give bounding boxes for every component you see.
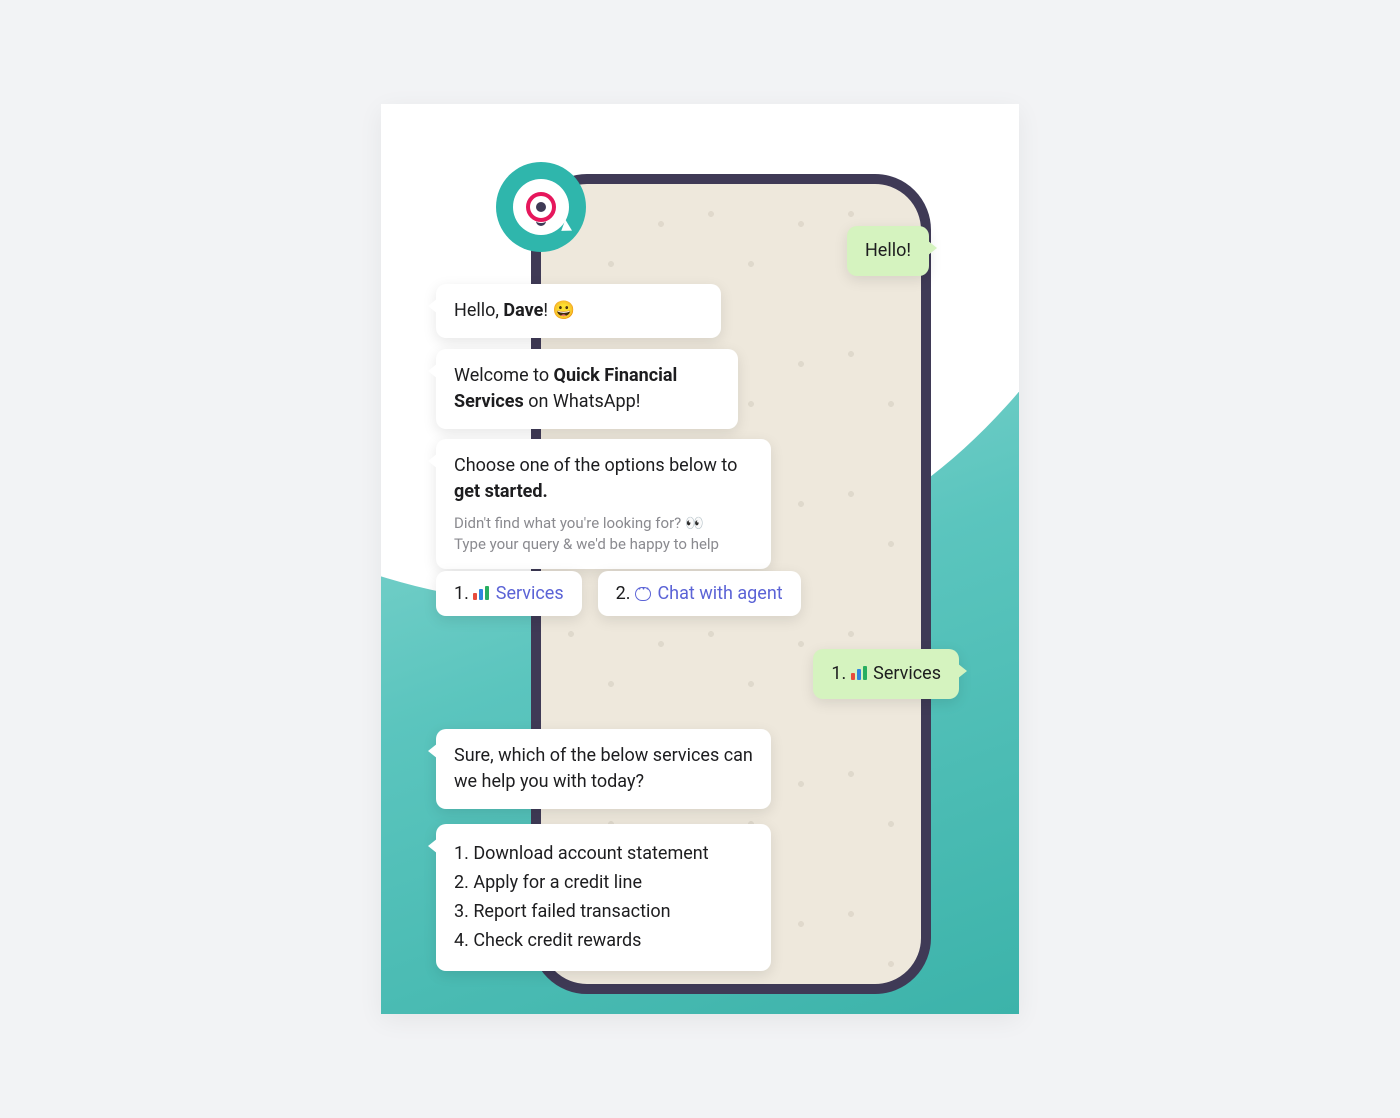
bot-message-services: 1. Download account statement 2. Apply f… <box>436 824 771 971</box>
message-text: Welcome to Quick Financial Services on W… <box>454 365 677 412</box>
bar-chart-icon <box>851 666 867 680</box>
avatar-speech-bubble-icon <box>513 179 569 235</box>
bot-message: Choose one of the options below to get s… <box>436 439 771 569</box>
message-text: Choose one of the options below to get s… <box>454 453 753 505</box>
message-text: Hello, Dave! 😀 <box>454 300 575 321</box>
user-message: Hello! <box>847 226 929 276</box>
bot-message: Sure, which of the below services can we… <box>436 729 771 809</box>
bar-chart-icon <box>473 586 489 600</box>
avatar-eye-icon <box>526 192 556 222</box>
message-text: Sure, which of the below services can we… <box>454 745 753 792</box>
message-text: Hello! <box>865 240 911 261</box>
quick-reply-label: Chat with agent <box>657 583 782 604</box>
quick-reply-row: 1. Services 2. Chat with agent <box>436 571 801 616</box>
quick-reply-chat-agent[interactable]: 2. Chat with agent <box>598 571 801 616</box>
chat-overlay: Hello! Hello, Dave! 😀 Welcome to Quick F… <box>381 104 1019 1014</box>
user-message: 1. Services <box>813 649 959 699</box>
message-text: 1. Services <box>831 663 941 684</box>
service-option[interactable]: 2. Apply for a credit line <box>454 870 753 896</box>
service-option[interactable]: 4. Check credit rewards <box>454 928 753 954</box>
message-subtext: Didn't find what you're looking for? 👀 T… <box>454 513 753 555</box>
bot-avatar <box>496 162 586 252</box>
service-option[interactable]: 1. Download account statement <box>454 841 753 867</box>
mockup-card: Hello! Hello, Dave! 😀 Welcome to Quick F… <box>381 104 1019 1014</box>
quick-reply-label: Services <box>496 583 564 604</box>
speech-bubble-icon <box>635 587 651 601</box>
service-option[interactable]: 3. Report failed transaction <box>454 899 753 925</box>
bot-message: Hello, Dave! 😀 <box>436 284 721 338</box>
quick-reply-services[interactable]: 1. Services <box>436 571 582 616</box>
bot-message: Welcome to Quick Financial Services on W… <box>436 349 738 429</box>
